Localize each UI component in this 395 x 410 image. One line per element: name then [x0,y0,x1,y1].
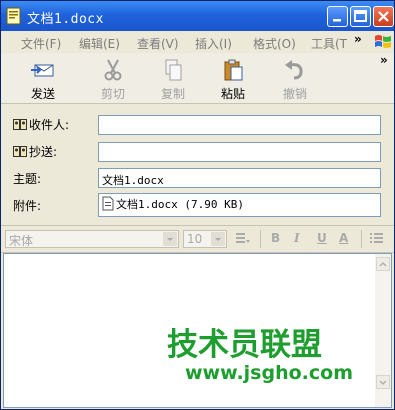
attachment-item[interactable]: 文档1.docx (7.90 KB) [102,196,244,212]
watermark-url: www.jsgho.com [185,362,353,384]
subject-value: 文档1.docx [102,174,164,187]
undo-label: 撤销 [282,87,307,101]
to-label: 收件人: [29,118,70,132]
cc-field[interactable] [98,142,381,162]
menu-file[interactable]: 文件(F) [21,35,61,52]
email-window: 文档1.docx 文件(F) 编辑(E) 查看(V) 插入(I) 格式(O) 工… [0,0,395,410]
menu-overflow-chevron[interactable]: » [354,32,362,46]
address-book-icon [13,146,27,157]
title-bar[interactable]: 文档1.docx [1,1,394,31]
chevron-down-icon [211,232,225,246]
subject-label: 主题: [13,172,42,186]
subject-field[interactable]: 文档1.docx [98,168,381,188]
undo-button[interactable]: 撤销 [269,59,321,101]
maximize-icon [354,10,367,22]
vertical-scrollbar[interactable] [375,254,391,407]
send-icon [31,64,54,77]
menu-format[interactable]: 格式(O) [253,35,296,52]
paste-button[interactable]: 粘贴 [207,59,259,101]
font-size-select[interactable]: 10 [183,230,227,248]
menu-tools[interactable]: 工具(T [311,35,347,52]
address-book-icon [13,119,27,130]
chevron-down-icon [163,232,177,246]
address-fields: 收件人: 抄送: 主题: 文档1.docx 附件: 文档1.docx (7.90… [1,104,394,221]
copy-button[interactable]: 复制 [147,59,199,101]
formatting-toolbar: 宋体 10 B I U A [1,225,394,253]
italic-button[interactable]: I [294,231,300,245]
toolbar: 发送 剪切 复制 粘贴 撤销 » [1,53,394,104]
windows-logo-icon [373,33,393,51]
close-icon [378,11,389,22]
font-size-value: 10 [187,232,203,246]
cut-button[interactable]: 剪切 [87,59,139,101]
menu-view[interactable]: 查看(V) [137,35,179,52]
underline-button[interactable]: U [317,231,327,245]
minimize-button[interactable] [327,6,348,27]
scroll-up-button[interactable] [376,257,390,271]
attachment-name: 文档1.docx (7.90 KB) [116,198,244,211]
font-color-button[interactable]: A [339,231,348,245]
send-button[interactable]: 发送 [17,59,69,101]
paste-label: 粘贴 [220,87,245,101]
maximize-button[interactable] [350,6,371,27]
scissors-icon [104,59,122,81]
document-icon [6,7,21,25]
minimize-icon [333,19,341,22]
window-title: 文档1.docx [27,12,104,27]
scroll-down-button[interactable] [376,375,390,389]
cc-label-group[interactable]: 抄送: [13,143,57,160]
cut-label: 剪切 [100,87,125,101]
divider [361,230,362,248]
send-label: 发送 [30,87,55,101]
bold-button[interactable]: B [271,231,280,245]
font-select[interactable]: 宋体 [5,230,179,248]
copy-label: 复制 [160,87,185,101]
chevron-up-icon [379,261,387,267]
chevron-down-icon [379,380,387,386]
file-icon [102,196,114,211]
attach-label: 附件: [13,199,42,213]
watermark-logo: 技术员联盟 [167,327,322,363]
close-button[interactable] [373,6,394,27]
list-icon[interactable] [369,231,385,248]
font-value: 宋体 [9,234,34,248]
to-field[interactable] [98,115,381,135]
cc-label: 抄送: [29,145,58,159]
menu-edit[interactable]: 编辑(E) [79,35,120,52]
divider [260,230,261,248]
attachment-field[interactable]: 文档1.docx (7.90 KB) [98,193,381,217]
clipboard-icon [224,59,243,81]
menu-bar: 文件(F) 编辑(E) 查看(V) 插入(I) 格式(O) 工具(T » [1,31,394,54]
to-label-group[interactable]: 收件人: [13,116,69,133]
undo-icon [285,60,303,80]
paragraph-style-icon[interactable] [235,231,251,248]
copy-icon [165,59,182,81]
toolbar-overflow-chevron[interactable]: » [380,53,388,67]
menu-insert[interactable]: 插入(I) [195,35,232,52]
